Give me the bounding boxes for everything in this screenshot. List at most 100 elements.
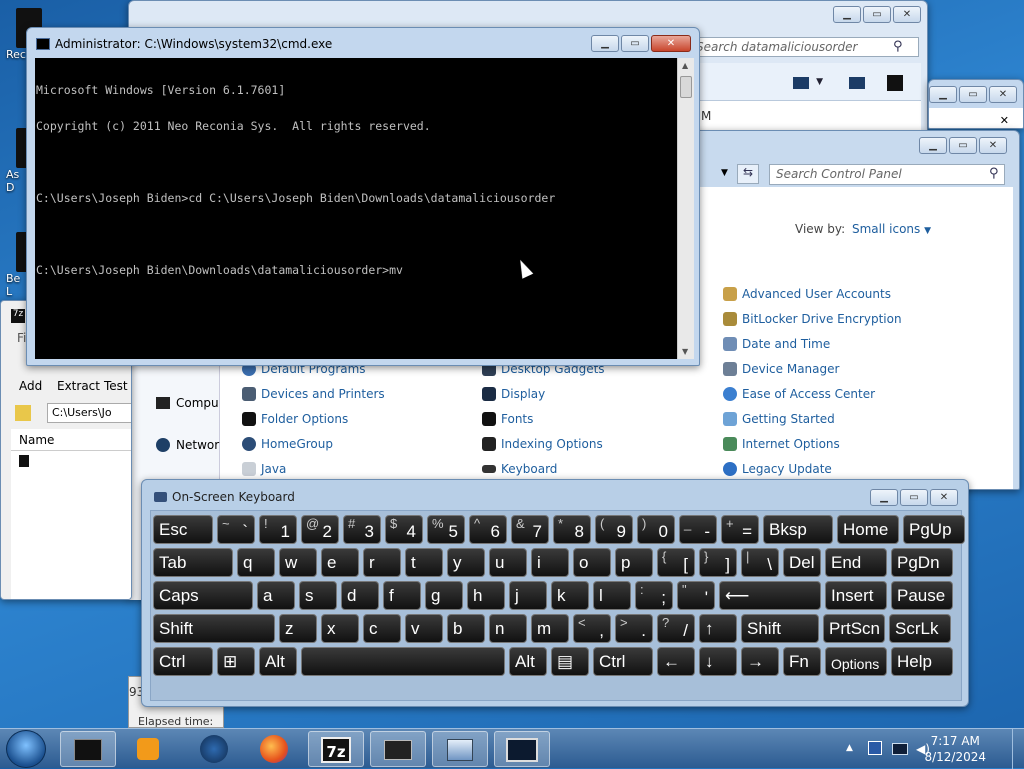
- cp-item[interactable]: Device Manager: [723, 362, 839, 376]
- key[interactable]: <,: [573, 614, 611, 643]
- key[interactable]: ▤: [551, 647, 589, 676]
- key[interactable]: u: [489, 548, 527, 577]
- cp-item[interactable]: Indexing Options: [482, 437, 603, 451]
- close-button[interactable]: ✕: [979, 137, 1007, 154]
- taskbar-network[interactable]: [186, 731, 242, 767]
- maximize-button[interactable]: ▭: [949, 137, 977, 154]
- key[interactable]: Insert: [825, 581, 887, 610]
- search-input[interactable]: Search datamaliciousorder: [689, 37, 919, 57]
- close-button[interactable]: ✕: [651, 35, 691, 52]
- key[interactable]: Alt: [259, 647, 297, 676]
- taskbar-media-player[interactable]: [120, 731, 176, 767]
- key[interactable]: [301, 647, 505, 676]
- key[interactable]: d: [341, 581, 379, 610]
- key[interactable]: b: [447, 614, 485, 643]
- key[interactable]: $4: [385, 515, 423, 544]
- key[interactable]: Pause: [891, 581, 953, 610]
- key[interactable]: :;: [635, 581, 673, 610]
- nav-item-computer[interactable]: Compu: [156, 396, 219, 410]
- key[interactable]: PrtScn: [823, 614, 885, 643]
- cmd-window[interactable]: Administrator: C:\Windows\system32\cmd.e…: [26, 27, 700, 366]
- key[interactable]: Home: [837, 515, 899, 544]
- cp-item[interactable]: Devices and Printers: [242, 387, 385, 401]
- key[interactable]: ←: [657, 647, 695, 676]
- show-desktop-button[interactable]: [1012, 729, 1024, 769]
- key[interactable]: l: [593, 581, 631, 610]
- key[interactable]: ? /: [657, 614, 695, 643]
- minimize-button[interactable]: ▁: [591, 35, 619, 52]
- key[interactable]: Del: [783, 548, 821, 577]
- minimize-button[interactable]: ▁: [929, 86, 957, 103]
- scroll-thumb[interactable]: [680, 76, 692, 98]
- key[interactable]: ) 0: [637, 515, 675, 544]
- minimize-button[interactable]: ▁: [919, 137, 947, 154]
- on-screen-keyboard-window[interactable]: On-Screen Keyboard ▁ ▭ ✕ Esc ~ `! 1 @2 #3 $4% 5…: [141, 479, 969, 707]
- key[interactable]: g: [425, 581, 463, 610]
- key[interactable]: Bksp: [763, 515, 833, 544]
- chevron-down-icon[interactable]: ▼: [816, 77, 823, 87]
- key[interactable]: Fn: [783, 647, 821, 676]
- key[interactable]: v: [405, 614, 443, 643]
- key[interactable]: q: [237, 548, 275, 577]
- maximize-button[interactable]: ▭: [959, 86, 987, 103]
- key[interactable]: z: [279, 614, 317, 643]
- view-icon[interactable]: [793, 77, 809, 89]
- key[interactable]: | \: [741, 548, 779, 577]
- column-header-name[interactable]: Name: [11, 429, 131, 451]
- key[interactable]: a: [257, 581, 295, 610]
- key[interactable]: Options: [825, 647, 887, 676]
- path-field[interactable]: C:\Users\Jo: [47, 403, 131, 423]
- file-icon[interactable]: [19, 455, 29, 467]
- scroll-up-icon[interactable]: ▲: [682, 61, 688, 70]
- key[interactable]: + =: [721, 515, 759, 544]
- cp-item[interactable]: Display: [482, 387, 545, 401]
- key[interactable]: {[: [657, 548, 695, 577]
- key[interactable]: >.: [615, 614, 653, 643]
- key[interactable]: Help: [891, 647, 953, 676]
- tray-app-icon[interactable]: [868, 741, 882, 755]
- key[interactable]: }]: [699, 548, 737, 577]
- close-button[interactable]: ✕: [989, 86, 1017, 103]
- key[interactable]: Caps: [153, 581, 253, 610]
- key[interactable]: i: [531, 548, 569, 577]
- extract-button[interactable]: Extract: [57, 379, 100, 393]
- key[interactable]: (9: [595, 515, 633, 544]
- key[interactable]: h: [467, 581, 505, 610]
- cp-item[interactable]: BitLocker Drive Encryption: [723, 312, 902, 326]
- up-folder-icon[interactable]: [15, 405, 31, 421]
- key[interactable]: ScrLk: [889, 614, 951, 643]
- cp-item[interactable]: Advanced User Accounts: [723, 287, 891, 301]
- key[interactable]: & 7: [511, 515, 549, 544]
- maximize-button[interactable]: ▭: [900, 489, 928, 506]
- key[interactable]: PgUp: [903, 515, 965, 544]
- key[interactable]: c: [363, 614, 401, 643]
- key[interactable]: o: [573, 548, 611, 577]
- key[interactable]: _ -: [679, 515, 717, 544]
- minimize-button[interactable]: ▁: [870, 489, 898, 506]
- search-input[interactable]: Search Control Panel: [769, 164, 1005, 185]
- key[interactable]: p: [615, 548, 653, 577]
- nav-item-network[interactable]: Networ: [156, 438, 219, 452]
- background-window[interactable]: ▁ ▭ ✕ ✕: [928, 79, 1024, 129]
- key[interactable]: Shift: [741, 614, 819, 643]
- taskbar-explorer[interactable]: [370, 731, 426, 767]
- add-button[interactable]: Add: [19, 379, 42, 393]
- key[interactable]: →: [741, 647, 779, 676]
- key[interactable]: PgDn: [891, 548, 953, 577]
- key[interactable]: w: [279, 548, 317, 577]
- key[interactable]: Ctrl: [593, 647, 653, 676]
- tray-expand-icon[interactable]: ▲: [846, 743, 853, 753]
- key[interactable]: ! 1: [259, 515, 297, 544]
- help-icon[interactable]: [887, 75, 903, 91]
- key[interactable]: x: [321, 614, 359, 643]
- maximize-button[interactable]: ▭: [863, 6, 891, 23]
- taskbar-osk[interactable]: [494, 731, 550, 767]
- key[interactable]: ⊞: [217, 647, 255, 676]
- key[interactable]: k: [551, 581, 589, 610]
- maximize-button[interactable]: ▭: [621, 35, 649, 52]
- key[interactable]: Alt: [509, 647, 547, 676]
- taskbar-firefox[interactable]: [246, 731, 302, 767]
- key[interactable]: End: [825, 548, 887, 577]
- taskbar-cmd[interactable]: [60, 731, 116, 767]
- key[interactable]: Ctrl: [153, 647, 213, 676]
